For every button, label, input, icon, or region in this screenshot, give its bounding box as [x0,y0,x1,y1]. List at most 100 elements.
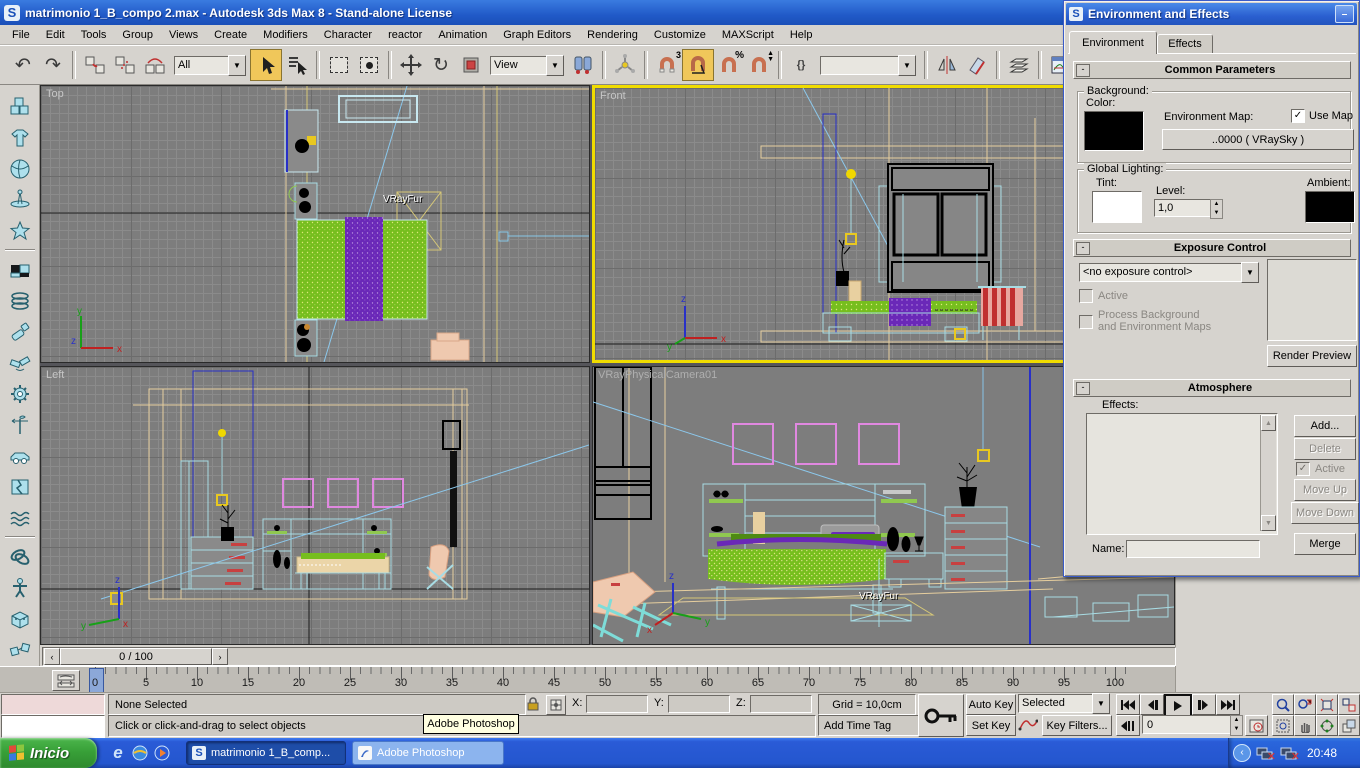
network-disconnected-icon-2[interactable]: ✕ [1280,745,1300,763]
effect-active-checkbox[interactable]: ✓ Active [1296,462,1345,476]
reactor-cloth-collection-icon[interactable] [4,122,36,153]
viewport-top-label[interactable]: Top [46,88,64,100]
select-and-rotate-button[interactable]: ↻ [426,50,456,80]
align-button[interactable] [962,50,992,80]
tint-swatch[interactable] [1092,191,1142,223]
reactor-soft-body-collection-icon[interactable] [4,153,36,184]
tray-collapse-chevron[interactable]: ‹ [1233,744,1251,762]
reactor-plane-icon[interactable] [4,254,36,285]
zoom-extents-all-button[interactable] [1338,694,1360,715]
time-slider-button[interactable]: 0 / 100 [60,648,212,665]
dialog-title-bar[interactable]: S Environment and Effects – [1066,3,1357,25]
use-map-checkbox[interactable]: ✓ Use Map [1291,109,1353,123]
percent-snap-toggle[interactable]: % [714,50,744,80]
checkbox-check-icon[interactable]: ✓ [1296,462,1310,476]
reactor-storage-icon[interactable] [4,603,36,634]
reference-coordinate-dropdown[interactable]: View ▼ [490,54,564,76]
environment-map-button[interactable]: ..0000 ( VRaySky ) [1162,129,1354,150]
viewport-top[interactable]: y x z Top VRayFur [40,85,590,363]
key-mode-toggle[interactable] [1116,715,1140,736]
level-field[interactable]: 1,0 [1154,199,1211,217]
y-coordinate-field[interactable] [668,695,730,713]
next-frame-button[interactable] [1192,694,1216,715]
menu-character[interactable]: Character [316,29,380,41]
previous-frame-button[interactable] [1140,694,1164,715]
quicklaunch-media-player-icon[interactable] [152,742,172,764]
named-selection-dropdown[interactable]: ▼ [820,54,916,76]
rectangular-selection-region-button[interactable] [324,50,354,80]
reactor-rigid-body-collection-icon[interactable] [4,91,36,122]
delete-effect-button[interactable]: Delete [1294,438,1356,460]
move-up-button[interactable]: Move Up [1294,479,1356,501]
process-background-checkbox[interactable]: Process Background and Environment Maps [1079,309,1211,333]
ambient-swatch[interactable] [1305,191,1355,223]
current-frame-field[interactable]: 0 [1142,715,1234,734]
menu-rendering[interactable]: Rendering [579,29,646,41]
add-time-tag[interactable]: Add Time Tag [818,715,921,736]
select-by-name-button[interactable] [282,50,312,80]
set-key-button[interactable]: Set Key [966,715,1016,736]
region-zoom-button[interactable] [1272,715,1294,736]
menu-views[interactable]: Views [161,29,206,41]
dialog-tab-effects[interactable]: Effects [1157,34,1213,54]
macro-recorder-line[interactable] [1,694,105,715]
x-coordinate-field[interactable] [586,695,648,713]
checkbox-icon[interactable] [1079,315,1093,329]
clock[interactable]: 20:48 [1307,746,1337,760]
exposure-active-checkbox[interactable]: Active [1079,289,1128,303]
exposure-control-dropdown[interactable]: <no exposure control> ▼ [1079,262,1259,283]
chevron-down-icon[interactable]: ▼ [1241,262,1259,283]
min-max-toggle-button[interactable] [1338,715,1360,736]
viewport-left-label[interactable]: Left [46,369,64,381]
zoom-all-button[interactable] [1294,694,1316,715]
select-and-manipulate-button[interactable] [610,50,640,80]
common-parameters-rollout[interactable]: - Common Parameters [1073,61,1351,79]
pan-view-button[interactable] [1294,715,1316,736]
effect-name-field[interactable] [1126,540,1260,558]
go-to-end-button[interactable] [1216,694,1240,715]
menu-group[interactable]: Group [114,29,161,41]
set-keys-button[interactable] [918,694,964,737]
window-crossing-toggle[interactable] [354,50,384,80]
collapse-icon[interactable]: - [1076,381,1090,395]
task-button-photoshop[interactable]: Adobe Photoshop [352,741,504,765]
chevron-down-icon[interactable]: ▼ [1092,693,1110,714]
start-button[interactable]: Inicio [0,738,97,768]
reactor-rope-collection-icon[interactable] [4,184,36,215]
menu-modifiers[interactable]: Modifiers [255,29,316,41]
level-spinner[interactable]: ▲ ▼ [1210,199,1223,219]
collapse-icon[interactable]: - [1076,241,1090,255]
reactor-motor-icon[interactable] [4,378,36,409]
zoom-button[interactable] [1272,694,1294,715]
layer-manager-button[interactable] [1004,50,1034,80]
z-coordinate-field[interactable] [750,695,812,713]
use-pivot-center-button[interactable] [568,50,598,80]
merge-button[interactable]: Merge [1294,533,1356,555]
zoom-extents-button[interactable] [1316,694,1338,715]
exposure-control-rollout[interactable]: - Exposure Control [1073,239,1351,257]
add-effect-button[interactable]: Add... [1294,415,1356,437]
atmosphere-rollout[interactable]: - Atmosphere [1073,379,1351,397]
network-disconnected-icon[interactable]: ✕ [1256,745,1276,763]
play-animation-button[interactable] [1164,694,1192,717]
effects-list[interactable]: ▲ ▼ [1086,413,1278,535]
unlink-selection-icon[interactable] [110,50,140,80]
time-slider-next-arrow[interactable]: › [212,648,228,665]
trackbar-ruler[interactable]: 0 5 10 15 20 25 30 35 40 45 50 55 60 65 … [88,667,1140,693]
checkbox-icon[interactable] [1079,289,1093,303]
redo-button[interactable]: ↷ [38,50,68,80]
maxscript-listener-line[interactable] [1,715,105,738]
reactor-fracture-icon[interactable] [4,471,36,502]
reactor-spring-icon[interactable] [4,285,36,316]
scroll-down-arrow[interactable]: ▼ [1261,515,1276,531]
go-to-start-button[interactable] [1116,694,1140,715]
menu-tools[interactable]: Tools [73,29,115,41]
select-and-link-icon[interactable] [80,50,110,80]
selection-lock-toggle[interactable] [524,695,542,713]
reactor-water-icon[interactable] [4,502,36,533]
angle-snap-toggle[interactable] [682,49,714,81]
selection-filter-dropdown[interactable]: All ▼ [174,54,246,76]
viewport-front-label[interactable]: Front [600,90,626,102]
quicklaunch-ie-icon[interactable]: e [108,742,128,764]
bind-to-space-warp-icon[interactable] [140,50,170,80]
